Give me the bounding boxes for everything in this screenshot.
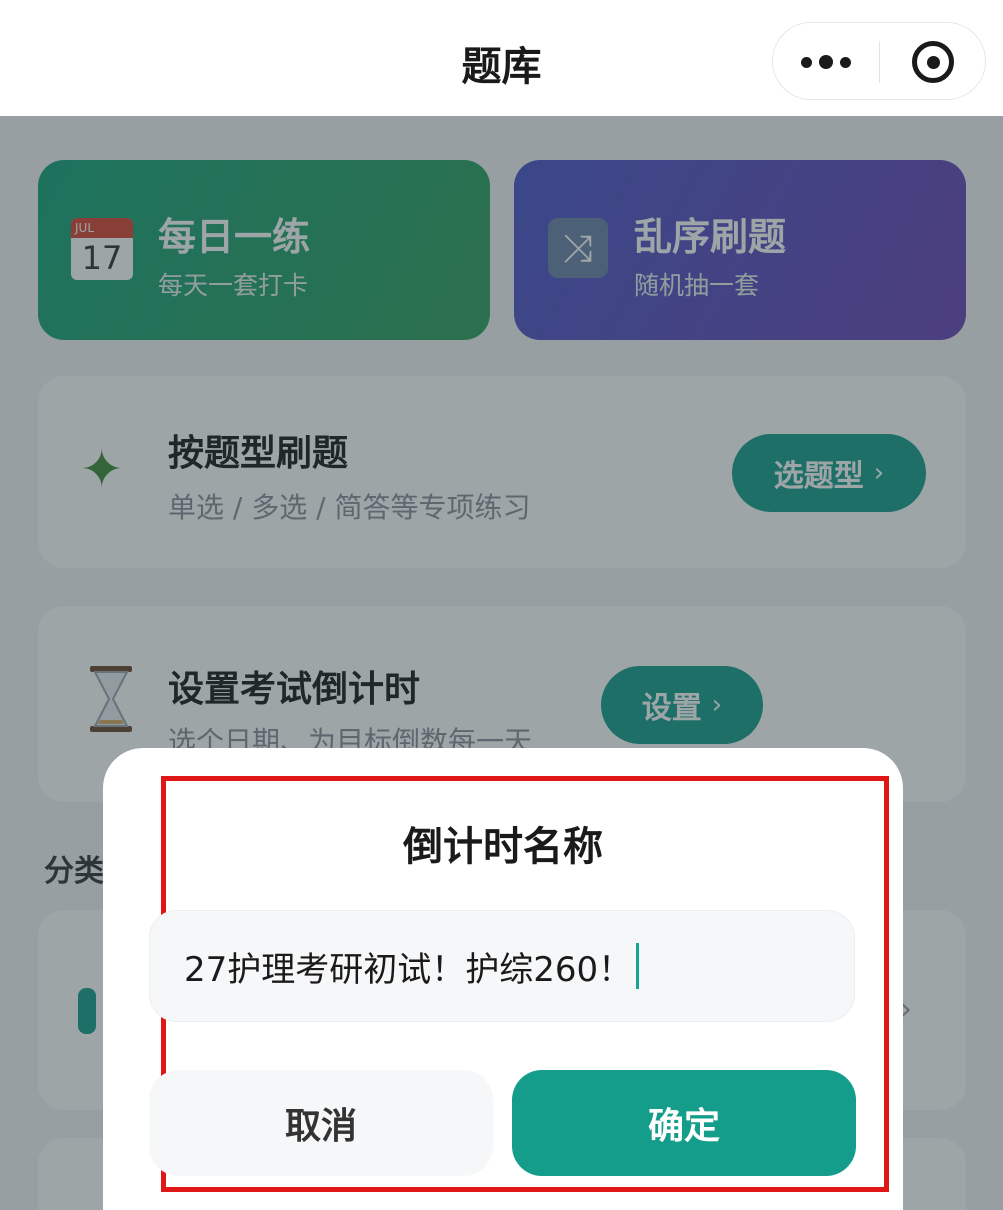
countdown-name-value: 27护理考研初试！护综260！: [184, 949, 633, 990]
cancel-button[interactable]: 取消: [149, 1070, 493, 1176]
countdown-name-dialog: 倒计时名称 27护理考研初试！护综260！ 取消 确定: [103, 748, 903, 1210]
mini-program-capsule: [772, 22, 986, 100]
more-dots-icon[interactable]: [773, 23, 879, 101]
top-bar: 题库: [0, 0, 1003, 116]
target-close-icon[interactable]: [880, 23, 986, 101]
dialog-title: 倒计时名称: [403, 824, 603, 870]
text-caret: [636, 943, 640, 989]
confirm-button[interactable]: 确定: [512, 1070, 856, 1176]
countdown-name-input[interactable]: 27护理考研初试！护综260！: [149, 910, 855, 1022]
